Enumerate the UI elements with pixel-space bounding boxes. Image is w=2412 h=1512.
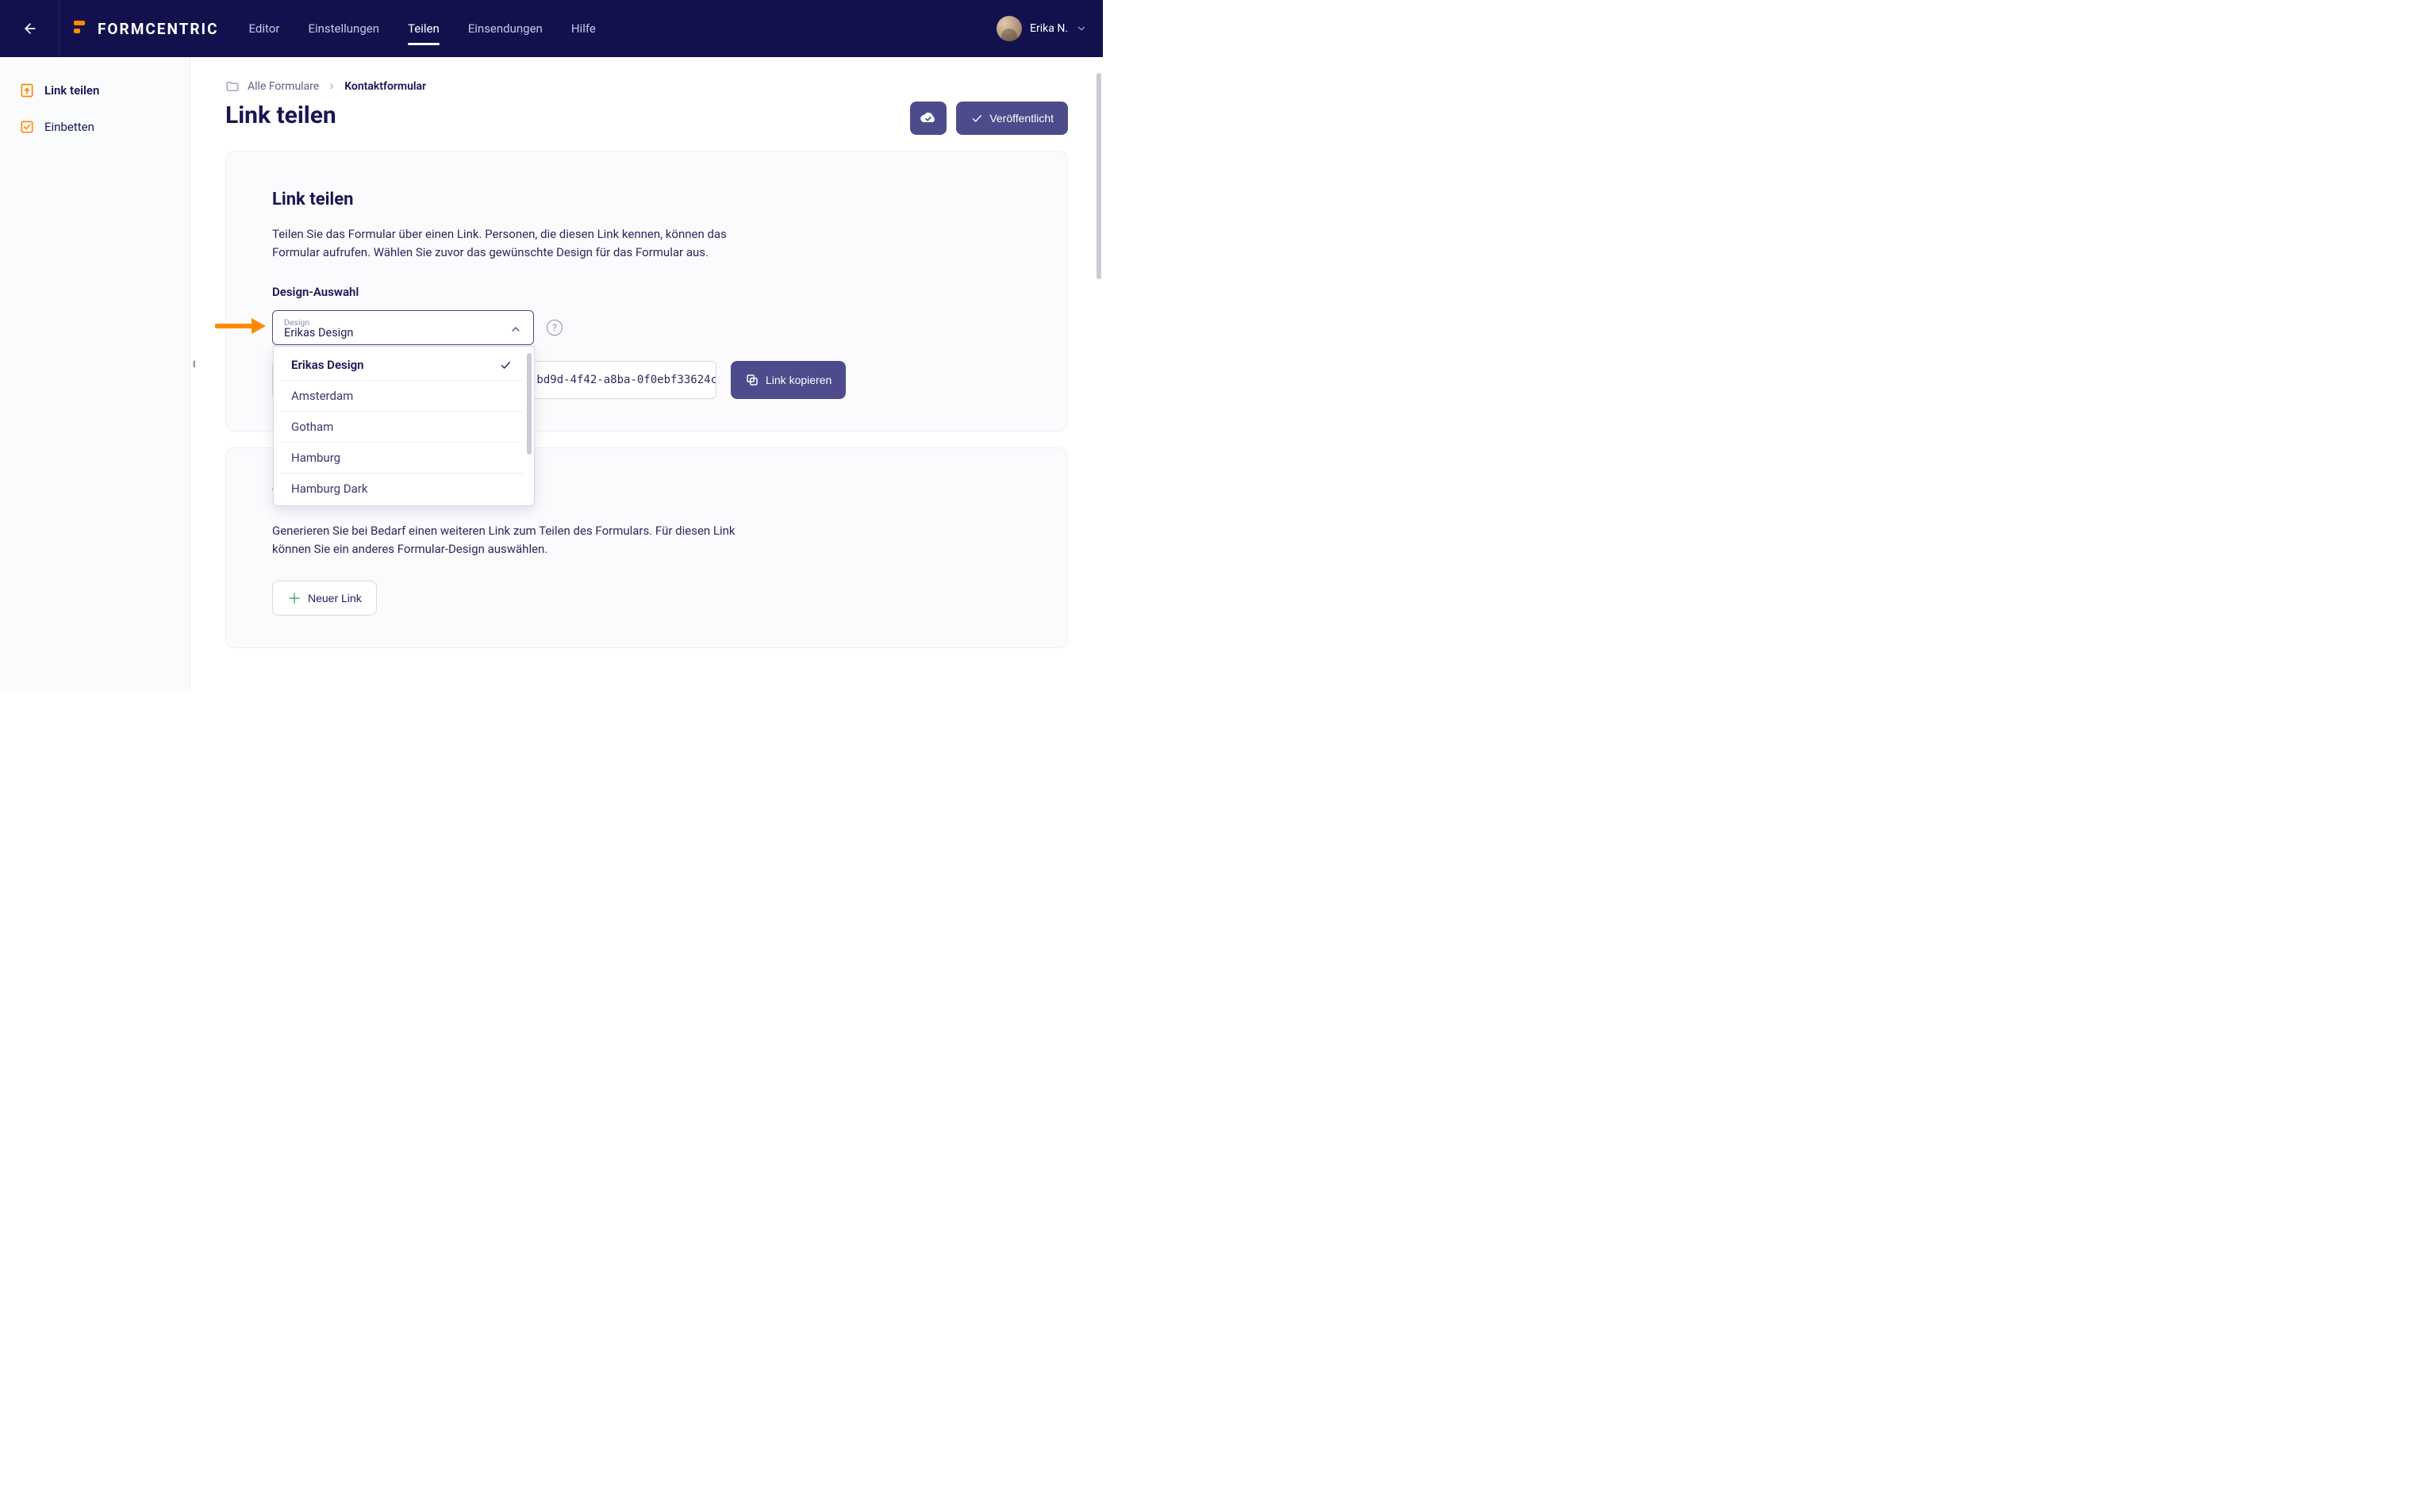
design-option-label: Erikas Design — [291, 358, 364, 372]
design-option[interactable]: Erikas Design — [280, 350, 523, 381]
scrollbar-thumb[interactable] — [1097, 73, 1101, 279]
scrollbar-track[interactable] — [1097, 65, 1101, 683]
sidebar-item-label: Link teilen — [44, 83, 99, 98]
cloud-check-icon — [920, 109, 937, 127]
share-card-title: Link teilen — [272, 190, 1021, 209]
dropdown-scrollbar[interactable] — [527, 353, 532, 455]
chevron-up-icon — [509, 323, 522, 336]
header-divider — [59, 0, 60, 57]
breadcrumb: Alle Formulare Kontaktformular — [225, 79, 1068, 94]
main-nav: Editor Einstellungen Teilen Einsendungen… — [249, 15, 596, 42]
avatar — [997, 16, 1022, 41]
help-icon[interactable]: ? — [547, 320, 563, 336]
folder-icon — [225, 79, 240, 94]
check-icon — [499, 359, 512, 371]
user-menu[interactable]: Erika N. — [997, 16, 1087, 41]
more-card-description: Generieren Sie bei Bedarf einen weiteren… — [272, 522, 772, 559]
design-option-label: Gotham — [291, 420, 333, 434]
sidebar: Link teilen Einbetten II — [0, 57, 190, 691]
check-icon — [970, 112, 983, 125]
chevron-right-icon — [327, 82, 336, 91]
plus-icon: ＋ — [287, 588, 302, 608]
design-dropdown: Erikas Design Amsterdam Gotham Hamburg — [273, 346, 535, 506]
sidebar-item-share-link[interactable]: Link teilen — [13, 75, 177, 106]
share-up-icon — [19, 83, 35, 98]
sidebar-item-embed[interactable]: Einbetten — [13, 111, 177, 143]
user-name-label: Erika N. — [1030, 22, 1068, 35]
breadcrumb-current: Kontaktformular — [344, 80, 426, 93]
nav-share[interactable]: Teilen — [408, 15, 440, 42]
brand-logo-icon — [74, 21, 90, 36]
nav-help[interactable]: Hilfe — [571, 15, 596, 42]
design-option[interactable]: Gotham — [280, 412, 523, 443]
copy-icon — [745, 373, 759, 387]
design-section-label: Design-Auswahl — [272, 285, 1021, 299]
app-header: FORMCENTRIC Editor Einstellungen Teilen … — [0, 0, 1103, 57]
chevron-down-icon — [1076, 23, 1087, 34]
embed-check-icon — [19, 119, 35, 135]
design-selected-value: Erikas Design — [284, 327, 353, 340]
share-link-fragment: -bd9d-4f42-a8ba-0f0ebf33624c — [530, 374, 716, 386]
callout-arrow-icon — [215, 317, 266, 339]
page-title: Link teilen — [225, 102, 336, 129]
new-link-label: Neuer Link — [308, 592, 362, 604]
design-option[interactable]: Hamburg — [280, 443, 523, 474]
share-link-card: Link teilen Teilen Sie das Formular über… — [225, 151, 1068, 432]
copy-link-button[interactable]: Link kopieren — [731, 361, 846, 399]
back-button[interactable] — [16, 14, 44, 43]
brand-name: FORMCENTRIC — [98, 20, 219, 38]
page-actions: Veröffentlicht — [910, 102, 1068, 135]
main-content: Alle Formulare Kontaktformular Link teil… — [190, 57, 1103, 691]
published-button[interactable]: Veröffentlicht — [956, 102, 1068, 135]
design-option[interactable]: Hamburg Dark — [280, 474, 523, 504]
nav-settings[interactable]: Einstellungen — [308, 15, 379, 42]
nav-submissions[interactable]: Einsendungen — [468, 15, 543, 42]
brand-logo[interactable]: FORMCENTRIC — [74, 20, 219, 38]
design-option-label: Hamburg — [291, 451, 340, 465]
design-option-label: Amsterdam — [291, 389, 353, 403]
design-select[interactable]: Design Erikas Design Erikas Design A — [272, 310, 534, 345]
sidebar-item-label: Einbetten — [44, 120, 94, 134]
nav-editor[interactable]: Editor — [249, 15, 280, 42]
design-option-label: Hamburg Dark — [291, 482, 367, 496]
share-card-description: Teilen Sie das Formular über einen Link.… — [272, 225, 772, 263]
published-label: Veröffentlicht — [989, 112, 1054, 125]
breadcrumb-root[interactable]: Alle Formulare — [248, 80, 319, 93]
copy-link-label: Link kopieren — [766, 374, 832, 386]
cloud-save-button[interactable] — [910, 102, 947, 135]
design-option[interactable]: Amsterdam — [280, 381, 523, 412]
new-link-button[interactable]: ＋ Neuer Link — [272, 581, 377, 616]
